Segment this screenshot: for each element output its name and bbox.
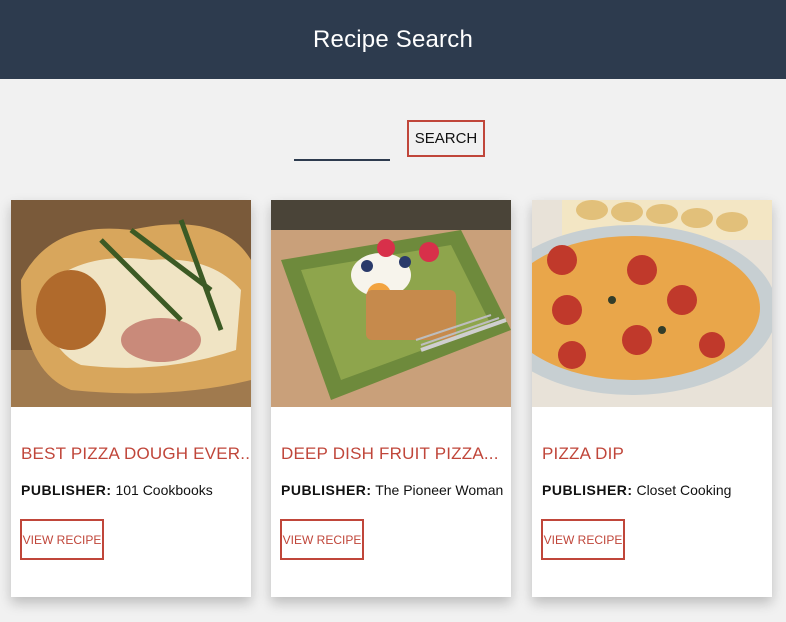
recipe-publisher: PUBLISHER: Closet Cooking [542,482,731,498]
recipe-image [271,200,511,407]
recipe-image [11,200,251,407]
view-recipe-button[interactable]: VIEW RECIPE [280,519,364,560]
recipe-title: BEST PIZZA DOUGH EVER... [21,444,251,463]
recipe-title: DEEP DISH FRUIT PIZZA... [281,444,499,463]
publisher-label: PUBLISHER: [281,482,372,498]
recipe-card: DEEP DISH FRUIT PIZZA... PUBLISHER: The … [271,200,511,597]
app-title: Recipe Search [312,25,474,53]
publisher-name: 101 Cookbooks [115,482,213,498]
recipe-card: BEST PIZZA DOUGH EVER... PUBLISHER: 101 … [11,200,251,597]
publisher-name: The Pioneer Woman [375,482,504,498]
recipe-card: PIZZA DIP PUBLISHER: Closet Cooking VIEW… [532,200,772,597]
recipe-image [532,200,772,407]
search-input[interactable] [294,128,390,161]
search-button[interactable]: SEARCH [407,120,485,157]
view-recipe-button[interactable]: VIEW RECIPE [20,519,104,560]
publisher-name: Closet Cooking [636,482,732,498]
publisher-label: PUBLISHER: [542,482,633,498]
view-recipe-button[interactable]: VIEW RECIPE [541,519,625,560]
publisher-label: PUBLISHER: [21,482,112,498]
recipe-publisher: PUBLISHER: The Pioneer Woman [281,482,503,498]
app-header: Recipe Search [0,0,786,79]
recipe-publisher: PUBLISHER: 101 Cookbooks [21,482,213,498]
recipe-title: PIZZA DIP [542,444,625,463]
